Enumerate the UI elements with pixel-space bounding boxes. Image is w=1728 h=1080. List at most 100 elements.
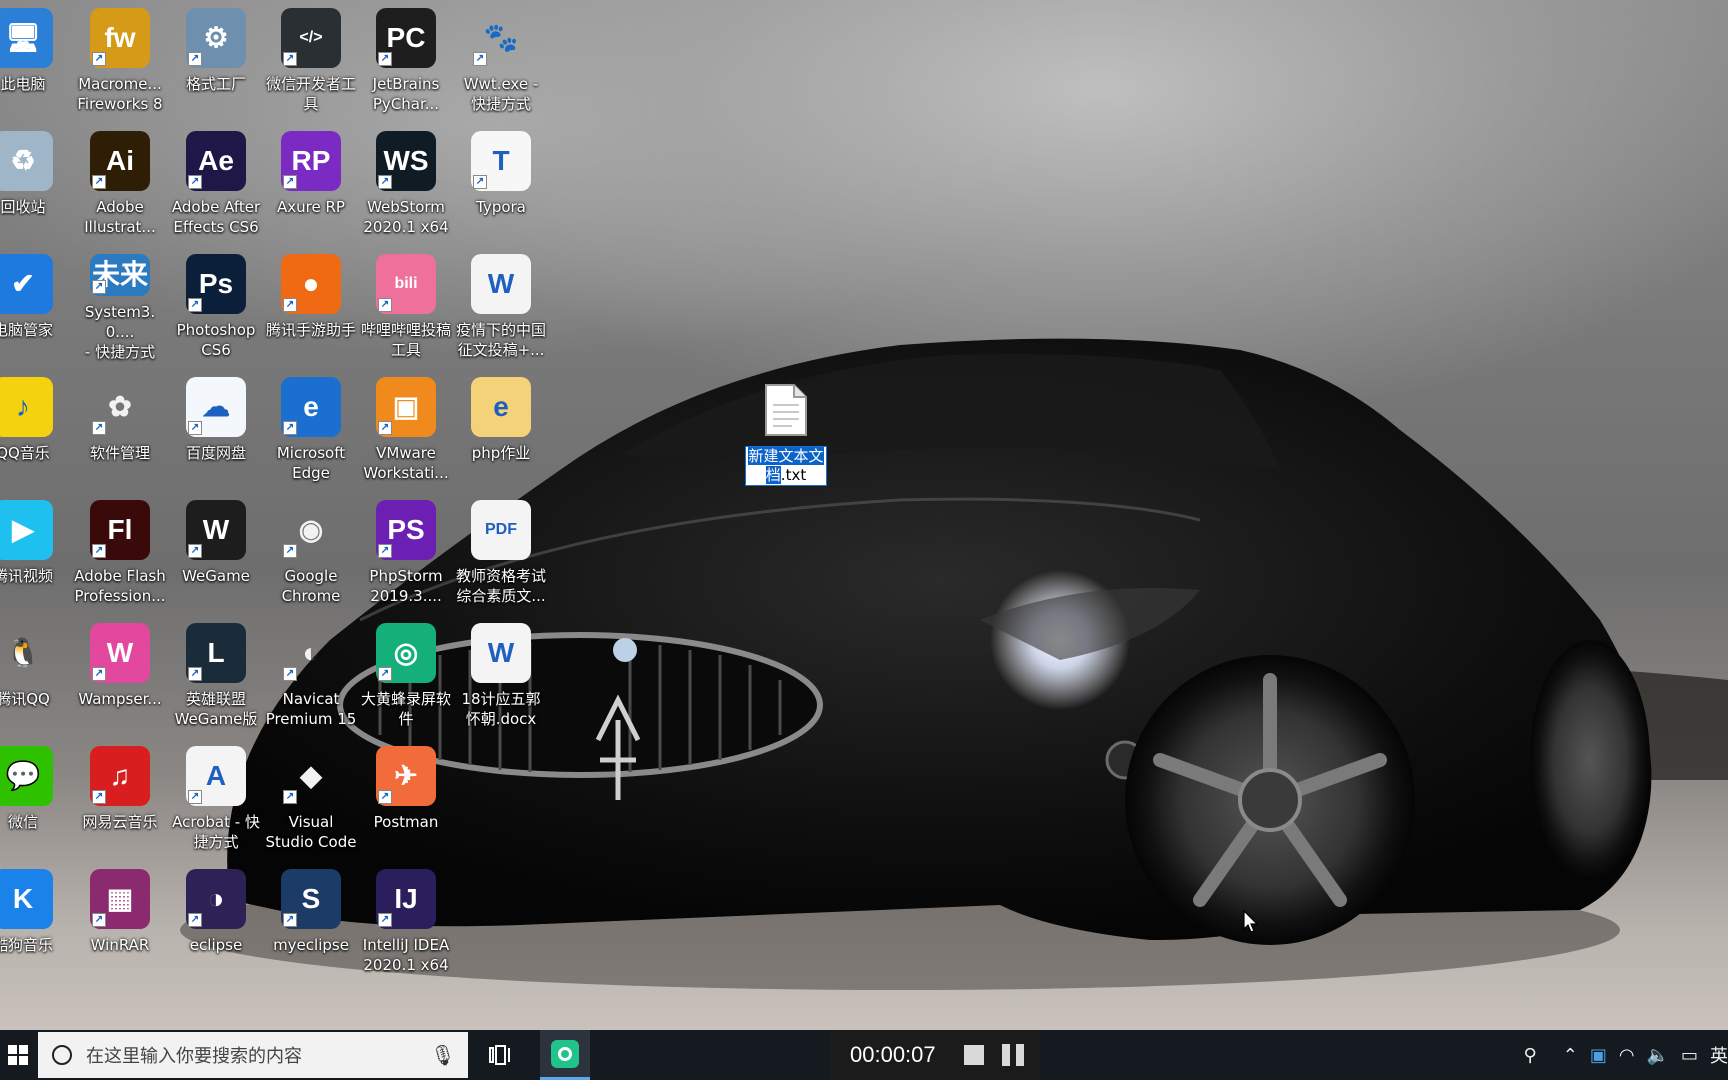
desktop-icon-label: 教师资格考试 综合素质文... — [455, 567, 546, 605]
desktop-shortcut-wegame[interactable]: W ↗ WeGame — [168, 492, 264, 608]
desktop-shortcut-league-of-legends[interactable]: L ↗ 英雄联盟 WeGame版 — [168, 615, 264, 731]
desktop-shortcut-qq[interactable]: 🐧 腾讯QQ — [0, 615, 71, 731]
desktop-shortcut-illustrator[interactable]: Ai ↗ Adobe Illustrat... — [72, 123, 168, 239]
fireworks-icon: fw ↗ — [90, 8, 150, 68]
desktop-shortcut-intellij[interactable]: IJ ↗ IntelliJ IDEA 2020.1 x64 — [358, 861, 454, 977]
desktop-icon-label: PhpStorm 2019.3.... — [369, 567, 443, 605]
tray-app-icon[interactable]: ▣ — [1590, 1045, 1607, 1066]
desktop-shortcut-pdf[interactable]: PDF 教师资格考试 综合素质文... — [453, 492, 549, 608]
desktop-icon-label: Adobe Flash Profession... — [74, 567, 166, 605]
desktop-shortcut-baidu-netdisk[interactable]: ☁ ↗ 百度网盘 — [168, 369, 264, 485]
this-pc-icon: 🖥 — [0, 8, 53, 68]
desktop-shortcut-phpstorm[interactable]: PS ↗ PhpStorm 2019.3.... — [358, 492, 454, 608]
desktop-shortcut-wechat[interactable]: 💬 微信 — [0, 738, 71, 854]
shortcut-arrow-icon: ↗ — [188, 667, 202, 681]
after-effects-icon: Ae ↗ — [186, 131, 246, 191]
show-hidden-icons-chevron-icon[interactable]: ⌃ — [1563, 1045, 1578, 1066]
desktop-shortcut-pc-manager[interactable]: ✔ 电脑管家 — [0, 246, 71, 362]
desktop-shortcut-bilibili[interactable]: bili ↗ 哔哩哔哩投稿 工具 — [358, 246, 454, 362]
desktop-shortcut-winrar[interactable]: ▦ ↗ WinRAR — [72, 861, 168, 977]
volume-icon[interactable]: 🔈 — [1647, 1045, 1669, 1066]
microphone-icon[interactable]: 🎙 — [428, 1043, 458, 1067]
desktop-icon-label: 回收站 — [0, 198, 46, 216]
wechat-devtools-icon: </> ↗ — [281, 8, 341, 68]
desktop-shortcut-netease-music[interactable]: ♫ ↗ 网易云音乐 — [72, 738, 168, 854]
desktop-shortcut-this-pc[interactable]: 🖥 此电脑 — [0, 0, 71, 116]
desktop-shortcut-typora[interactable]: T ↗ Typora — [453, 123, 549, 239]
desktop-shortcut-vscode[interactable]: ◆ ↗ Visual Studio Code — [263, 738, 359, 854]
desktop-shortcut-acrobat[interactable]: A ↗ Acrobat - 快 捷方式 — [168, 738, 264, 854]
shortcut-arrow-icon: ↗ — [378, 913, 392, 927]
desktop-shortcut-pycharm[interactable]: PC ↗ JetBrains PyChar... — [358, 0, 454, 116]
desktop-shortcut-recycle-bin[interactable]: ♻ 回收站 — [0, 123, 71, 239]
paw-icon: 🐾 ↗ — [471, 8, 531, 68]
desktop-shortcut-flash[interactable]: Fl ↗ Adobe Flash Profession... — [72, 492, 168, 608]
desktop-icon-label: Wwt.exe - 快捷方式 — [463, 75, 539, 113]
shortcut-arrow-icon: ↗ — [188, 790, 202, 804]
future-globe-icon: 未来 ↗ — [90, 254, 150, 296]
task-view-button[interactable] — [480, 1030, 520, 1080]
shortcut-arrow-icon: ↗ — [92, 175, 106, 189]
desktop-shortcut-webstorm[interactable]: WS ↗ WebStorm 2020.1 x64 — [358, 123, 454, 239]
shortcut-arrow-icon: ↗ — [283, 298, 297, 312]
text-file-icon — [756, 380, 816, 440]
desktop-icon-label: eclipse — [189, 936, 243, 954]
desktop-shortcut-wampserver[interactable]: W ↗ Wampser... — [72, 615, 168, 731]
desktop-icon-label: 微信开发者工 具 — [265, 75, 356, 113]
desktop-shortcut-myeclipse[interactable]: S ↗ myeclipse — [263, 861, 359, 977]
desktop-shortcut-screen-recorder[interactable]: ◎ ↗ 大黄蜂录屏软 件 — [358, 615, 454, 731]
desktop-shortcut-postman[interactable]: ✈ ↗ Postman — [358, 738, 454, 854]
pdf-icon: PDF — [471, 500, 531, 560]
desktop-icon-label: 此电脑 — [0, 75, 46, 93]
battery-icon[interactable]: ▭ — [1681, 1045, 1698, 1066]
desktop-icon-label: Macrome... Fireworks 8 — [77, 75, 163, 113]
desktop-icon-label: Axure RP — [277, 198, 345, 216]
desktop-icon-label: Adobe After Effects CS6 — [171, 198, 261, 236]
desktop-shortcut-software-manager[interactable]: ✿ ↗ 软件管理 — [72, 369, 168, 485]
desktop-shortcut-tencent-game-assistant[interactable]: ● ↗ 腾讯手游助手 — [263, 246, 359, 362]
people-icon[interactable]: ⚲ — [1524, 1045, 1537, 1066]
wifi-icon[interactable]: ◠ — [1619, 1045, 1635, 1066]
desktop-shortcut-tencent-video[interactable]: ▶ 腾讯视频 — [0, 492, 71, 608]
desktop-icon-label: 腾讯视频 — [0, 567, 53, 585]
desktop-shortcut-photoshop[interactable]: Ps ↗ Photoshop CS6 — [168, 246, 264, 362]
desktop-shortcut-future-globe[interactable]: 未来 ↗ System3.0.... - 快捷方式 — [72, 246, 168, 362]
start-button[interactable] — [0, 1030, 36, 1080]
stop-recording-button[interactable] — [964, 1045, 984, 1065]
desktop-shortcut-qq-music[interactable]: ♪ QQ音乐 — [0, 369, 71, 485]
desktop-shortcut-word-doc[interactable]: W 18计应五郭 怀朝.docx — [453, 615, 549, 731]
desktop-shortcut-eclipse[interactable]: ◑ ↗ eclipse — [168, 861, 264, 977]
taskbar: 在这里输入你要搜索的内容 🎙 00:00:07 ⚲ ⌃ ▣ ◠ 🔈 ▭ 英 — [0, 1030, 1728, 1080]
kugou-icon: K — [0, 869, 53, 929]
desktop-icon-label: 哔哩哔哩投稿 工具 — [360, 321, 451, 359]
desktop-shortcut-fireworks[interactable]: fw ↗ Macrome... Fireworks 8 — [72, 0, 168, 116]
shortcut-arrow-icon: ↗ — [188, 298, 202, 312]
desktop-shortcut-wechat-devtools[interactable]: </> ↗ 微信开发者工 具 — [263, 0, 359, 116]
desktop-icon-label: 酷狗音乐 — [0, 936, 53, 954]
taskbar-screen-recorder-app[interactable] — [540, 1030, 590, 1080]
baidu-netdisk-icon: ☁ ↗ — [186, 377, 246, 437]
taskbar-search-box[interactable]: 在这里输入你要搜索的内容 🎙 — [38, 1032, 468, 1078]
desktop-shortcut-folder[interactable]: e php作业 — [453, 369, 549, 485]
desktop-shortcut-edge[interactable]: e ↗ Microsoft Edge — [263, 369, 359, 485]
filename-rename-input[interactable]: 新建文本文 档.txt — [745, 446, 827, 486]
pause-recording-button[interactable] — [1002, 1044, 1024, 1066]
desktop-shortcut-axure[interactable]: RP ↗ Axure RP — [263, 123, 359, 239]
shortcut-arrow-icon: ↗ — [92, 421, 106, 435]
desktop-shortcut-after-effects[interactable]: Ae ↗ Adobe After Effects CS6 — [168, 123, 264, 239]
shortcut-arrow-icon: ↗ — [92, 52, 106, 66]
desktop-icon-label: 软件管理 — [89, 444, 150, 462]
winrar-icon: ▦ ↗ — [90, 869, 150, 929]
desktop-shortcut-word-doc[interactable]: W 疫情下的中国 征文投稿+... — [453, 246, 549, 362]
desktop-shortcut-navicat[interactable]: ◐ ↗ Navicat Premium 15 — [263, 615, 359, 731]
shortcut-arrow-icon: ↗ — [378, 175, 392, 189]
shortcut-arrow-icon: ↗ — [92, 913, 106, 927]
desktop-shortcut-paw[interactable]: 🐾 ↗ Wwt.exe - 快捷方式 — [453, 0, 549, 116]
new-text-file-item[interactable]: 新建文本文 档.txt — [738, 372, 834, 488]
desktop-shortcut-kugou[interactable]: K 酷狗音乐 — [0, 861, 71, 977]
desktop-icon-label: 微信 — [7, 813, 38, 831]
desktop-shortcut-chrome[interactable]: ◉ ↗ Google Chrome — [263, 492, 359, 608]
desktop-shortcut-format-factory[interactable]: ⚙ ↗ 格式工厂 — [168, 0, 264, 116]
desktop-shortcut-vmware[interactable]: ▣ ↗ VMware Workstati... — [358, 369, 454, 485]
input-language-indicator[interactable]: 英 — [1710, 1042, 1728, 1068]
